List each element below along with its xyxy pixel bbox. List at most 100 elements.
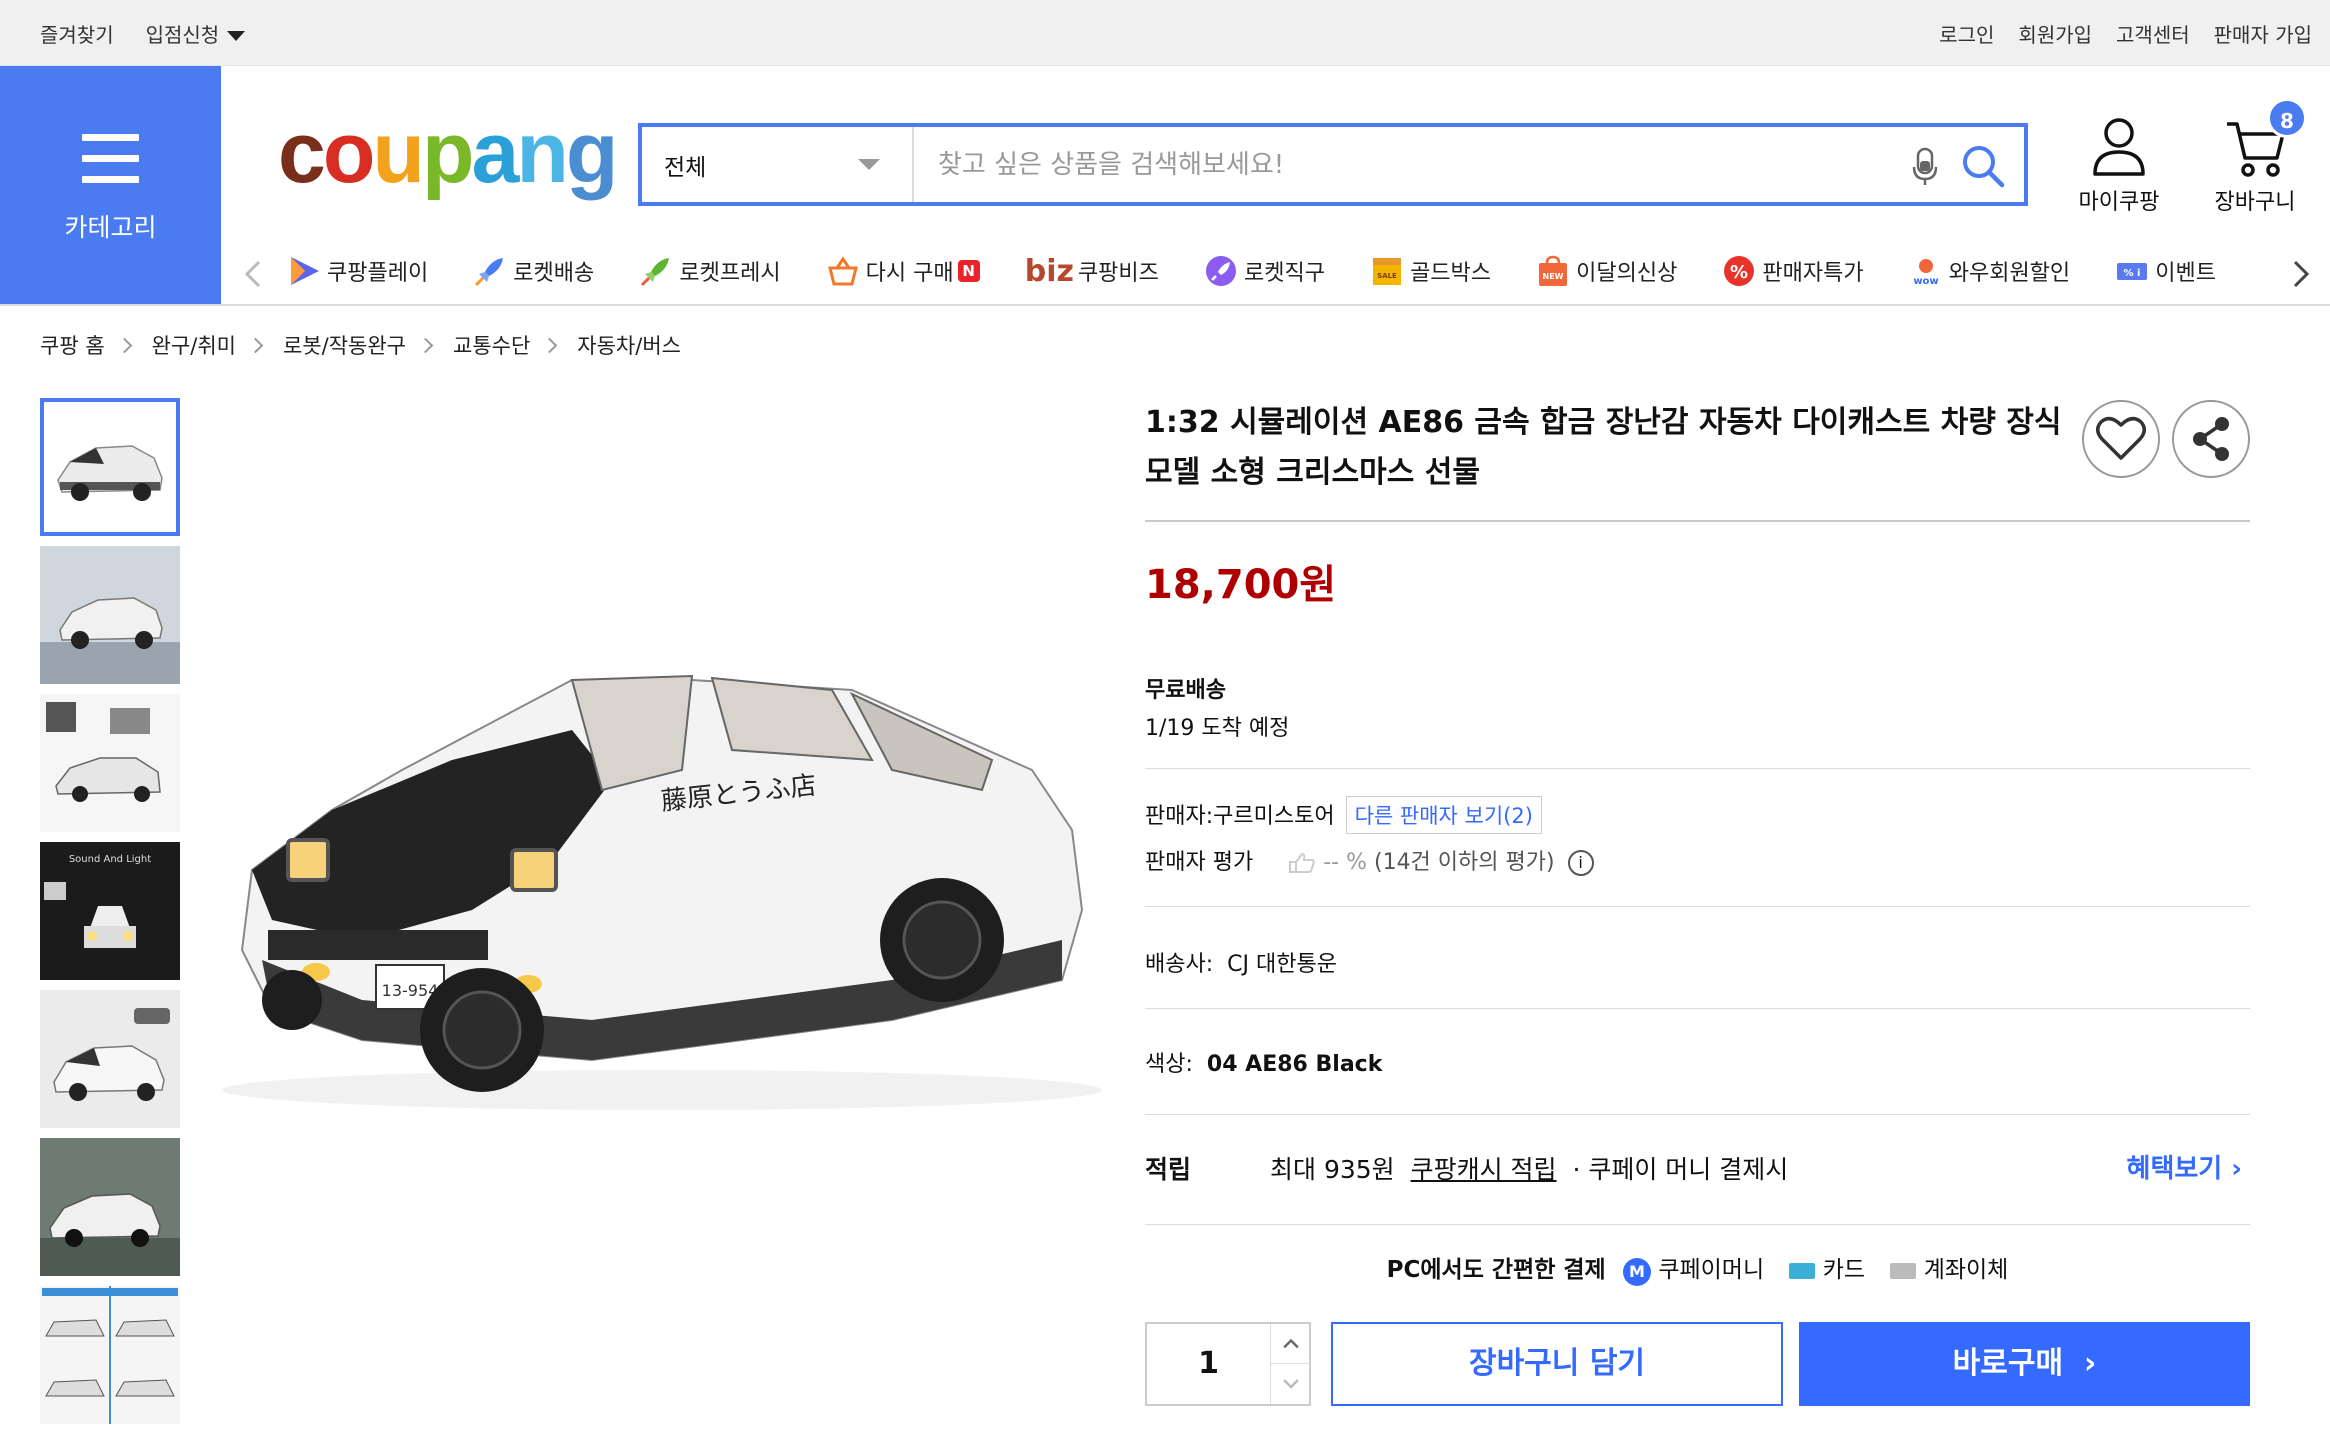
breadcrumb-item[interactable]: 쿠팡 홈 — [40, 330, 105, 360]
search-bar: 전체 — [638, 123, 2028, 206]
buy-now-label: 바로구매 — [1952, 1346, 2064, 1381]
svg-text:Sound And Light: Sound And Light — [69, 854, 151, 865]
chevron-right-icon — [417, 337, 434, 353]
heart-icon — [2096, 416, 2146, 460]
chevron-down-icon[interactable] — [1271, 1364, 1311, 1404]
pay-method: 카드 — [1822, 1257, 1866, 1283]
color-value: 04 AE86 Black — [1206, 1052, 1383, 1077]
product-price: 18,700원 — [1145, 562, 1337, 608]
rocket-fresh-icon — [641, 258, 670, 287]
bank-icon — [1890, 1262, 1917, 1279]
wishlist-button[interactable] — [2082, 400, 2160, 478]
signup-link[interactable]: 회원가입 — [2018, 19, 2092, 48]
search-category-select[interactable]: 전체 — [642, 127, 914, 202]
seller-signup-link[interactable]: 판매자 가입 — [2214, 19, 2312, 48]
nav-event[interactable]: % i 이벤트 — [2115, 240, 2216, 302]
thumbnail-list: Sound And Light — [40, 398, 180, 1432]
pay-method: 쿠페이머니 — [1658, 1257, 1765, 1283]
breadcrumb-item[interactable]: 로봇/작동완구 — [283, 330, 406, 360]
header-divider — [0, 304, 2330, 306]
login-link[interactable]: 로그인 — [1939, 19, 1994, 48]
search-input[interactable] — [938, 127, 1878, 202]
hamburger-icon — [82, 134, 139, 197]
breadcrumb-item[interactable]: 완구/취미 — [152, 330, 236, 360]
other-sellers-button[interactable]: 다른 판매자 보기(2) — [1345, 796, 1542, 834]
customer-center-link[interactable]: 고객센터 — [2116, 19, 2190, 48]
seller-name[interactable]: 구르미스토어 — [1213, 804, 1334, 829]
shipping-label: 무료배송 — [1145, 678, 1226, 703]
benefit-link-label: 혜택보기 — [2126, 1154, 2223, 1184]
product-thumbnail[interactable] — [40, 990, 180, 1128]
vendor-apply-dropdown[interactable]: 입점신청 — [146, 19, 246, 48]
product-thumbnail[interactable] — [40, 694, 180, 832]
product-thumbnail[interactable] — [40, 1286, 180, 1424]
search-icon[interactable] — [1960, 143, 2006, 189]
info-icon[interactable]: i — [1567, 850, 1594, 876]
nav-rocket-fresh[interactable]: 로켓프레시 — [639, 240, 781, 302]
nav-gold-box[interactable]: SALE 골드박스 — [1370, 240, 1491, 302]
share-button[interactable] — [2172, 400, 2250, 478]
color-label: 색상: — [1145, 1052, 1193, 1077]
chevron-right-icon — [116, 337, 132, 353]
nav-buy-again[interactable]: 다시 구매 N — [826, 240, 980, 302]
carrier-row: 배송사: CJ 대한통운 — [1145, 946, 1337, 978]
chevron-right-icon: › — [2222, 1154, 2242, 1184]
product-title: 1:32 시뮬레이션 AE86 금속 합금 장난감 자동차 다이캐스트 차량 장… — [1145, 405, 2062, 490]
category-label: 카테고리 — [64, 213, 157, 242]
color-option-row[interactable]: 색상: 04 AE86 Black — [1145, 1046, 1382, 1078]
coupay-money-icon: M — [1623, 1258, 1651, 1286]
reward-link[interactable]: 쿠팡캐시 적립 — [1411, 1155, 1557, 1184]
nav-seller-special[interactable]: % 판매자특가 — [1722, 240, 1864, 302]
nav-wow-discount[interactable]: wow 와우회원할인 — [1909, 240, 2070, 302]
favorites-link[interactable]: 즐겨찾기 — [40, 19, 114, 48]
benefit-link[interactable]: 혜택보기 › — [2127, 1148, 2242, 1185]
svg-text:% i: % i — [2124, 268, 2141, 279]
product-thumbnail[interactable] — [40, 546, 180, 684]
nav-coupang-play[interactable]: 쿠팡플레이 — [287, 240, 428, 302]
rocket-global-icon — [1206, 256, 1236, 286]
vendor-apply-label: 입점신청 — [145, 22, 220, 47]
chevron-right-icon[interactable] — [2285, 256, 2315, 292]
microphone-icon[interactable] — [1910, 147, 1940, 187]
nav-rocket-global[interactable]: 로켓직구 — [1204, 240, 1325, 302]
main-product-image[interactable]: 13-954 藤原とうふ店 — [212, 620, 1112, 1280]
quantity-input[interactable]: 1 — [1147, 1324, 1271, 1404]
nav-rocket-delivery[interactable]: 로켓배송 — [473, 240, 594, 302]
product-thumbnail[interactable]: Sound And Light — [40, 842, 180, 980]
reward-condition: · 쿠페이 머니 결제시 — [1572, 1155, 1789, 1184]
breadcrumb-item[interactable]: 교통수단 — [453, 330, 530, 360]
thumbs-up-icon — [1289, 852, 1315, 873]
pay-method: 계좌이체 — [1923, 1257, 2009, 1283]
seller-rating-note: (14건 이하의 평가) — [1373, 850, 1555, 875]
seller-rating-label: 판매자 평가 — [1145, 850, 1254, 875]
coupang-logo[interactable]: coupang — [278, 110, 618, 196]
chevron-left-icon[interactable] — [239, 256, 269, 292]
my-coupang-button[interactable]: 마이쿠팡 — [2064, 116, 2174, 216]
seller-rating-value: -- % — [1323, 850, 1367, 875]
product-thumbnail[interactable] — [40, 398, 180, 536]
nav-coupang-biz[interactable]: biz 쿠팡비즈 — [1025, 240, 1159, 302]
seller-row: 판매자:구르미스토어 다른 판매자 보기(2) — [1145, 796, 1542, 834]
new-badge: N — [957, 260, 980, 282]
gold-box-icon: SALE — [1373, 258, 1402, 285]
nav-label: 쿠팡플레이 — [327, 261, 429, 286]
category-menu-button[interactable]: 카테고리 — [0, 66, 221, 306]
nav-new-arrivals[interactable]: NEW 이달의신상 — [1536, 240, 1677, 302]
svg-text:wow: wow — [1913, 276, 1938, 287]
arrival-date: 1/19 도착 예정 — [1145, 716, 1290, 741]
svg-text:SALE: SALE — [1377, 272, 1397, 280]
chevron-right-icon: › — [2063, 1346, 2097, 1381]
chevron-up-icon[interactable] — [1271, 1324, 1311, 1364]
buy-now-button[interactable]: 바로구매 › — [1799, 1322, 2250, 1406]
new-bag-icon: NEW — [1539, 255, 1568, 286]
search-category-value: 전체 — [664, 154, 707, 181]
product-thumbnail[interactable] — [40, 1138, 180, 1276]
rocket-icon — [475, 258, 504, 287]
divider — [1145, 1224, 2250, 1225]
add-to-cart-button[interactable]: 장바구니 담기 — [1331, 1322, 1783, 1406]
breadcrumb-item[interactable]: 자동차/버스 — [577, 330, 681, 360]
quantity-stepper: 1 — [1145, 1322, 1311, 1406]
seller-rating-row: 판매자 평가 -- % (14건 이하의 평가) i — [1145, 844, 1594, 876]
easy-pay-row: PC에서도 간편한 결제 M 쿠페이머니 카드 계좌이체 — [1145, 1250, 2250, 1286]
my-coupang-label: 마이쿠팡 — [2078, 190, 2160, 215]
